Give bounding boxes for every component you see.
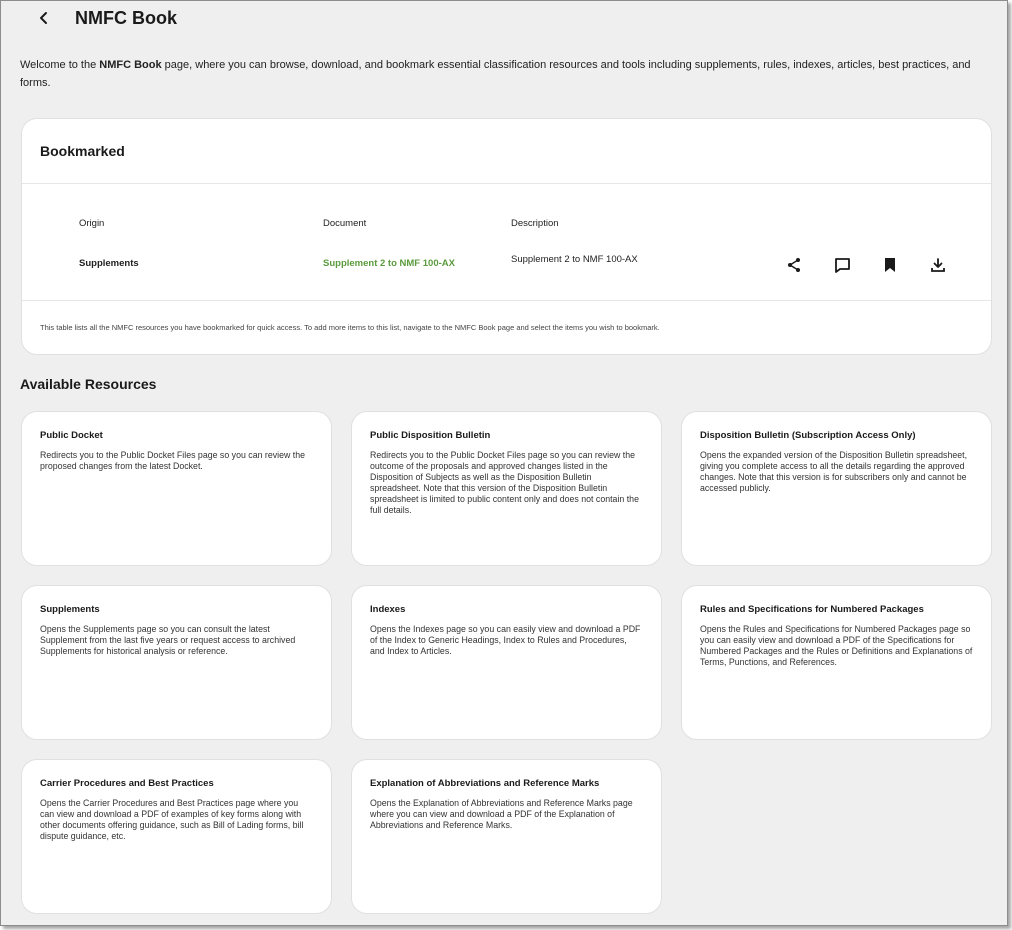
bookmarked-note: This table lists all the NMFC resources …: [40, 323, 660, 332]
row-origin: Supplements: [79, 258, 139, 269]
resource-card-disposition-bulletin-subscription[interactable]: Disposition Bulletin (Subscription Acces…: [681, 411, 992, 566]
resource-description: Redirects you to the Public Docket Files…: [40, 450, 306, 471]
resource-title: Supplements: [40, 604, 100, 615]
column-header-origin: Origin: [79, 218, 105, 229]
bookmarked-card: Bookmarked Origin Document Description S…: [21, 118, 992, 355]
available-resources-title: Available Resources: [20, 376, 157, 392]
share-icon: [788, 258, 800, 272]
share-button[interactable]: [782, 253, 806, 277]
resource-title: Public Docket: [40, 430, 103, 441]
resource-card-indexes[interactable]: Indexes Opens the Indexes page so you ca…: [351, 585, 662, 740]
resource-card-public-disposition-bulletin[interactable]: Public Disposition Bulletin Redirects yo…: [351, 411, 662, 566]
download-button[interactable]: [926, 253, 950, 277]
row-document-link[interactable]: Supplement 2 to NMF 100-AX: [323, 258, 455, 269]
page-title: NMFC Book: [75, 8, 177, 28]
bookmarked-title: Bookmarked: [40, 143, 125, 159]
resource-card-public-docket[interactable]: Public Docket Redirects you to the Publi…: [21, 411, 332, 566]
column-header-description: Description: [511, 218, 559, 229]
row-description: Supplement 2 to NMF 100-AX: [511, 254, 638, 265]
resource-title: Explanation of Abbreviations and Referen…: [370, 778, 600, 789]
resource-card-supplements[interactable]: Supplements Opens the Supplements page s…: [21, 585, 332, 740]
resource-title: Disposition Bulletin (Subscription Acces…: [700, 430, 916, 441]
download-icon: [931, 258, 945, 272]
page-header: NMFC Book: [1, 1, 1007, 37]
resource-description: Opens the Rules and Specifications for N…: [700, 624, 973, 667]
chevron-left-icon: [40, 12, 47, 24]
resource-description: Opens the Carrier Procedures and Best Pr…: [40, 798, 304, 841]
resource-card-carrier-procedures[interactable]: Carrier Procedures and Best Practices Op…: [21, 759, 332, 914]
resource-description: Redirects you to the Public Docket Files…: [370, 450, 639, 515]
resource-description: Opens the Explanation of Abbreviations a…: [370, 798, 633, 830]
resource-card-abbreviations[interactable]: Explanation of Abbreviations and Referen…: [351, 759, 662, 914]
comment-button[interactable]: [830, 253, 854, 277]
resource-title: Rules and Specifications for Numbered Pa…: [700, 604, 924, 615]
app-window: NMFC Book Welcome to the NMFC Book page,…: [0, 0, 1008, 926]
resource-description: Opens the Supplements page so you can co…: [40, 624, 296, 656]
resource-description: Opens the expanded version of the Dispos…: [700, 450, 968, 493]
resource-title: Carrier Procedures and Best Practices: [40, 778, 214, 789]
comment-icon: [834, 257, 850, 273]
bookmark-icon: [885, 258, 895, 272]
back-button[interactable]: [31, 5, 57, 31]
resource-card-rules-specifications[interactable]: Rules and Specifications for Numbered Pa…: [681, 585, 992, 740]
intro-suffix: page, where you can browse, download, an…: [20, 59, 971, 89]
column-header-document: Document: [323, 218, 367, 229]
resource-title: Public Disposition Bulletin: [370, 430, 491, 441]
divider: [22, 300, 991, 301]
intro-text: Welcome to the NMFC Book page, where you…: [20, 56, 985, 92]
intro-prefix: Welcome to the: [20, 59, 100, 71]
intro-bold: NMFC Book: [99, 59, 162, 71]
resource-description: Opens the Indexes page so you can easily…: [370, 624, 641, 656]
bookmark-button[interactable]: [878, 253, 902, 277]
resource-title: Indexes: [370, 604, 406, 615]
divider: [22, 183, 991, 184]
